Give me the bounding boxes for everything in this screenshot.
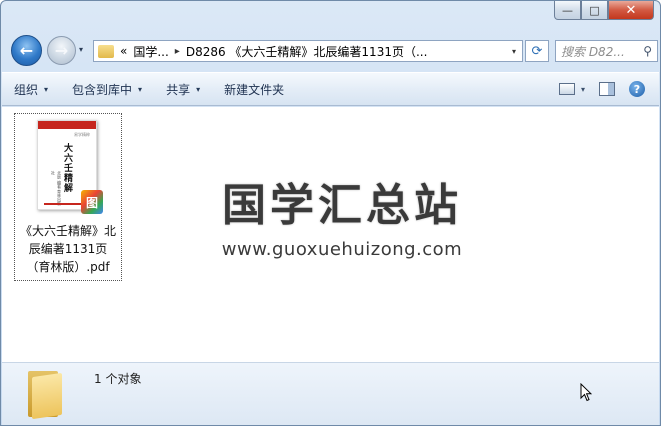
forward-button[interactable]: →: [47, 36, 76, 65]
help-icon[interactable]: ?: [629, 81, 645, 97]
item-count: 1 个对象: [94, 372, 142, 386]
breadcrumb-root[interactable]: 国学...: [133, 43, 168, 60]
chevron-down-icon: ▾: [44, 84, 49, 94]
folder-icon: [98, 44, 114, 58]
search-placeholder: 搜索 D82...: [561, 44, 625, 59]
maximize-button[interactable]: □: [581, 1, 608, 20]
toolbar-right: ▾ ?: [558, 81, 659, 97]
include-library-label: 包含到库中: [72, 82, 133, 97]
details-pane: 1 个对象: [2, 362, 659, 425]
navigation-bar: ← → ▾ « 国学... ▸ D8286 《大六壬精解》北辰编著1131页（.…: [9, 35, 658, 67]
recent-pages-dropdown[interactable]: ▾: [79, 45, 83, 54]
breadcrumb-overflow[interactable]: «: [120, 44, 127, 58]
explorer-window: — □ ✕ ← → ▾ « 国学... ▸ D8286 《大六壬精解》北辰编著1…: [0, 0, 661, 426]
chevron-down-icon: ▾: [138, 84, 143, 94]
change-view-button[interactable]: ▾: [558, 83, 585, 95]
close-button[interactable]: ✕: [608, 1, 654, 20]
back-button[interactable]: ←: [11, 35, 42, 66]
command-bar: 组织 ▾ 包含到库中 ▾ 共享 ▾ 新建文件夹 ▾ ?: [2, 72, 659, 106]
search-input[interactable]: 搜索 D82... ⚲: [555, 40, 658, 62]
refresh-button[interactable]: ⟳: [525, 40, 549, 62]
include-in-library-menu[interactable]: 包含到库中 ▾: [60, 73, 154, 105]
mouse-cursor-icon: [580, 382, 593, 405]
preview-pane-button[interactable]: [599, 82, 615, 96]
search-icon: ⚲: [643, 44, 652, 58]
file-list[interactable]: 易学精粹 大六壬精解 北辰 编著 育林出版社 图 《大六壬精解》北辰编著1131…: [2, 107, 659, 362]
share-label: 共享: [166, 82, 191, 97]
new-folder-label: 新建文件夹: [224, 82, 285, 97]
thumbnail-title: 大六壬精解: [62, 143, 72, 193]
chevron-down-icon: ▾: [196, 84, 201, 94]
file-name[interactable]: 《大六壬精解》北辰编著1131页（育林版）.pdf: [17, 222, 119, 276]
address-dropdown-icon[interactable]: ▾: [512, 47, 516, 56]
preview-pane-icon: [599, 82, 615, 96]
pdf-app-icon: 图: [81, 190, 103, 214]
file-item[interactable]: 易学精粹 大六壬精解 北辰 编著 育林出版社 图 《大六壬精解》北辰编著1131…: [14, 113, 122, 281]
caption-buttons: — □ ✕: [554, 1, 654, 20]
breadcrumb-separator[interactable]: ▸: [175, 46, 180, 57]
new-folder-button[interactable]: 新建文件夹: [212, 73, 296, 105]
chevron-down-icon: ▾: [580, 84, 585, 94]
share-menu[interactable]: 共享 ▾: [154, 73, 212, 105]
watermark-title: 国学汇总站: [222, 180, 462, 231]
thumbnail-series: 易学精粹: [74, 132, 90, 137]
watermark: 国学汇总站 www.guoxuehuizong.com: [182, 169, 502, 260]
minimize-button[interactable]: —: [554, 1, 581, 20]
organize-label: 组织: [14, 82, 39, 97]
watermark-url: www.guoxuehuizong.com: [221, 239, 463, 260]
organize-menu[interactable]: 组织 ▾: [2, 73, 60, 105]
folder-icon: [28, 371, 64, 420]
refresh-icon: ⟳: [531, 43, 543, 59]
breadcrumb-current[interactable]: D8286 《大六壬精解》北辰编著1131页（...: [186, 43, 428, 60]
address-bar[interactable]: « 国学... ▸ D8286 《大六壬精解》北辰编著1131页（... ▾: [93, 40, 523, 62]
thumbnail-header-bar: [38, 121, 96, 129]
view-icon: [558, 83, 575, 95]
